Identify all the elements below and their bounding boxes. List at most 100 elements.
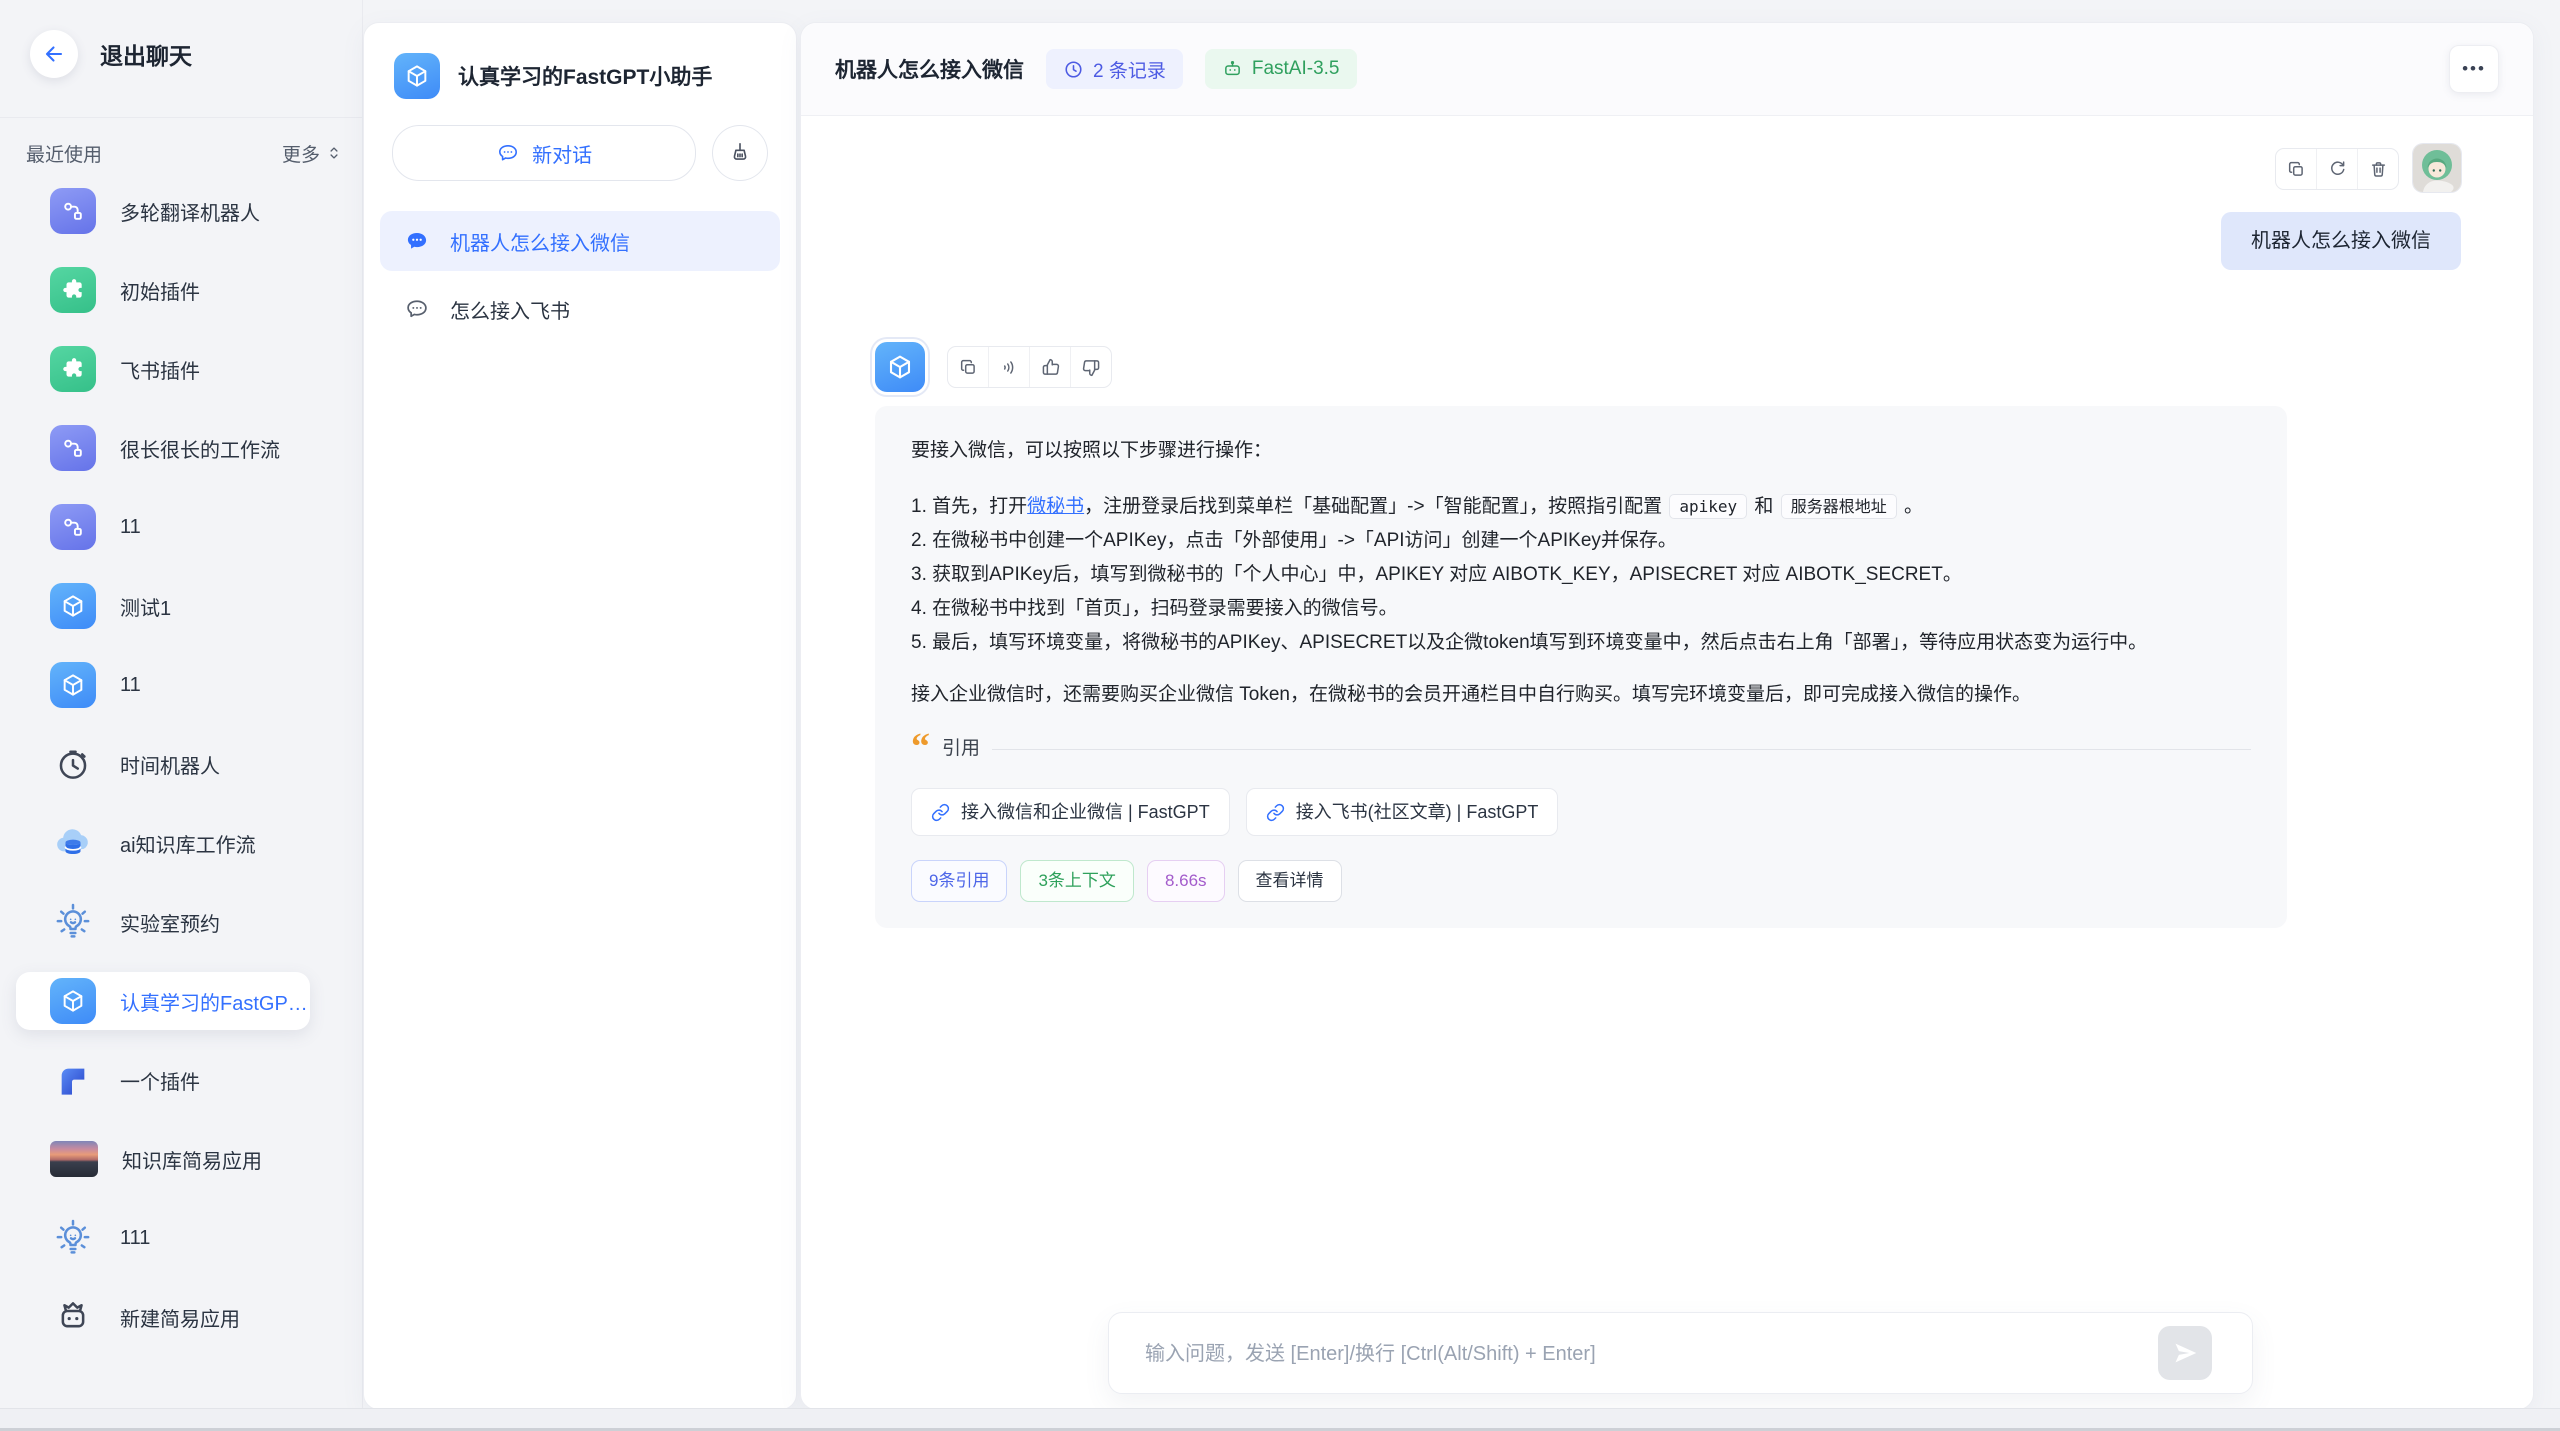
app-logo-cube-icon bbox=[394, 53, 440, 99]
chat-panel: 机器人怎么接入微信 2 条记录 FastAI-3.5 ••• 机器人怎么接入微信 bbox=[800, 22, 2534, 1410]
sidebar-item-11-app[interactable]: 11 bbox=[0, 656, 352, 714]
cube-icon bbox=[50, 662, 96, 708]
answer-step-2: 2. 在微秘书中创建一个APIKey，点击「外部使用」->「API访问」创建一个… bbox=[911, 524, 2251, 558]
quote-label: 引用 bbox=[942, 732, 980, 766]
cloud-db-icon bbox=[50, 820, 96, 866]
sidebar-item-long-workflow[interactable]: 很长很长的工作流 bbox=[0, 419, 352, 477]
citation-list: 接入微信和企业微信 | FastGPT 接入飞书(社区文章) | FastGPT bbox=[911, 788, 2251, 836]
sidebar-item-fastgpt-assistant[interactable]: 认真学习的FastGPT... bbox=[16, 972, 310, 1030]
wemishu-link[interactable]: 微秘书 bbox=[1027, 496, 1084, 517]
robot-icon bbox=[50, 1294, 96, 1340]
answer-step-3: 3. 获取到APIKey后，填写到微秘书的「个人中心」中，APIKEY 对应 A… bbox=[911, 558, 2251, 592]
chat-menu-button[interactable]: ••• bbox=[2449, 45, 2499, 93]
sidebar-item-test1[interactable]: 测试1 bbox=[0, 577, 352, 635]
sidebar-item-kb-simple-app[interactable]: 知识库简易应用 bbox=[0, 1130, 352, 1188]
thumbs-down-button[interactable] bbox=[1070, 347, 1111, 387]
sidebar-item-11-workflow[interactable]: 11 bbox=[0, 498, 352, 556]
workflow-icon bbox=[50, 188, 96, 234]
history-item-feishu[interactable]: 怎么接入飞书 bbox=[380, 279, 780, 339]
more-button[interactable]: 更多 bbox=[282, 140, 344, 167]
sort-icon bbox=[324, 143, 344, 163]
records-badge: 2 条记录 bbox=[1046, 49, 1183, 89]
user-message-toolbar bbox=[2275, 148, 2399, 190]
sidebar-item-feishu-plugin[interactable]: 飞书插件 bbox=[0, 340, 352, 398]
app-list: 多轮翻译机器人 初始插件 飞书插件 很长很长的工作流 11 测试1 bbox=[0, 182, 362, 1367]
thumbs-up-button[interactable] bbox=[1029, 347, 1070, 387]
clear-history-button[interactable] bbox=[712, 125, 768, 181]
back-arrow-icon[interactable] bbox=[30, 30, 78, 78]
sidebar-item-initial-plugin[interactable]: 初始插件 bbox=[0, 261, 352, 319]
answer-step-4: 4. 在微秘书中找到「首页」，扫码登录需要接入的微信号。 bbox=[911, 592, 2251, 626]
context-count-pill[interactable]: 3条上下文 bbox=[1020, 860, 1133, 902]
model-badge: FastAI-3.5 bbox=[1205, 49, 1357, 89]
assistant-avatar-cube-icon bbox=[875, 342, 925, 392]
broom-icon bbox=[727, 140, 753, 166]
workflow-icon bbox=[50, 425, 96, 471]
app-title: 认真学习的FastGPT小助手 bbox=[458, 61, 712, 91]
message-input[interactable] bbox=[1143, 1313, 2087, 1395]
new-chat-label: 新对话 bbox=[532, 139, 592, 168]
link-icon bbox=[931, 803, 950, 822]
assistant-message-toolbar bbox=[947, 346, 1112, 388]
answer-step-5: 5. 最后，填写环境变量，将微秘书的APIKey、APISECRET以及企微to… bbox=[911, 626, 2251, 660]
retry-button[interactable] bbox=[2316, 149, 2357, 189]
plugin-icon bbox=[50, 267, 96, 313]
message-area: 机器人怎么接入微信 要接入微信，可以按照以下步骤进行操作： 1. 首先，打开微秘… bbox=[801, 116, 2533, 1409]
chat-bubble-outline-icon bbox=[404, 296, 430, 322]
copy-button[interactable] bbox=[2276, 149, 2316, 189]
history-item-wechat[interactable]: 机器人怎么接入微信 bbox=[380, 211, 780, 271]
cube-icon bbox=[50, 583, 96, 629]
window-bottom-strip bbox=[0, 1408, 2560, 1431]
link-icon bbox=[1266, 803, 1285, 822]
bulb-icon bbox=[50, 899, 96, 945]
user-message-bubble: 机器人怎么接入微信 bbox=[2221, 212, 2461, 270]
chat-title: 机器人怎么接入微信 bbox=[835, 54, 1024, 84]
conversation-panel: 认真学习的FastGPT小助手 新对话 机器人怎么接入微信 怎么接入飞书 bbox=[363, 22, 797, 1410]
photo-icon bbox=[50, 1141, 98, 1177]
sidebar-item-lab-booking[interactable]: 实验室预约 bbox=[0, 893, 352, 951]
assistant-message-bubble: 要接入微信，可以按照以下步骤进行操作： 1. 首先，打开微秘书，注册登录后找到菜… bbox=[875, 406, 2287, 928]
sidebar: 退出聊天 最近使用 更多 多轮翻译机器人 初始插件 飞书插件 bbox=[0, 0, 363, 1408]
exit-chat-label: 退出聊天 bbox=[100, 37, 192, 71]
divider bbox=[0, 117, 362, 118]
sidebar-item-ai-kb-workflow[interactable]: ai知识库工作流 bbox=[0, 814, 352, 872]
clock-icon bbox=[1063, 59, 1084, 80]
quote-icon bbox=[911, 737, 930, 761]
citation-chip-feishu[interactable]: 接入飞书(社区文章) | FastGPT bbox=[1246, 788, 1559, 836]
workflow-icon bbox=[50, 504, 96, 550]
send-button[interactable] bbox=[2158, 1326, 2212, 1380]
robot-icon bbox=[1222, 59, 1243, 80]
view-details-button[interactable]: 查看详情 bbox=[1238, 860, 1342, 902]
user-avatar bbox=[2413, 144, 2461, 192]
exit-chat[interactable]: 退出聊天 bbox=[30, 30, 192, 78]
send-plane-icon bbox=[2170, 1338, 2200, 1368]
read-aloud-button[interactable] bbox=[988, 347, 1029, 387]
duration-pill: 8.66s bbox=[1147, 860, 1225, 902]
chat-bubble-filled-icon bbox=[404, 228, 430, 254]
chat-history-list: 机器人怎么接入微信 怎么接入飞书 bbox=[364, 211, 796, 339]
sidebar-item-translate-bot[interactable]: 多轮翻译机器人 bbox=[0, 182, 352, 240]
answer-intro: 要接入微信，可以按照以下步骤进行操作： bbox=[911, 434, 2251, 468]
copy-button[interactable] bbox=[948, 347, 988, 387]
inline-code: apikey bbox=[1669, 494, 1747, 519]
cube-icon bbox=[50, 978, 96, 1024]
inline-code: 服务器根地址 bbox=[1781, 494, 1897, 519]
app-window: 退出聊天 最近使用 更多 多轮翻译机器人 初始插件 飞书插件 bbox=[0, 0, 2560, 1431]
recent-used-label: 最近使用 bbox=[26, 140, 102, 167]
bulb-icon bbox=[50, 1215, 96, 1261]
chat-input-bar bbox=[1108, 1312, 2253, 1394]
citations-count-pill[interactable]: 9条引用 bbox=[911, 860, 1007, 902]
quote-section-header: 引用 bbox=[911, 732, 2251, 766]
answer-outro: 接入企业微信时，还需要购买企业微信 Token，在微秘书的会员开通栏目中自行购买… bbox=[911, 678, 2251, 712]
sidebar-item-new-simple-app[interactable]: 新建简易应用 bbox=[0, 1288, 352, 1346]
sidebar-item-time-bot[interactable]: 时间机器人 bbox=[0, 735, 352, 793]
sidebar-item-111[interactable]: 111 bbox=[0, 1209, 352, 1267]
response-meta: 9条引用 3条上下文 8.66s 查看详情 bbox=[911, 860, 2251, 902]
citation-chip-wechat[interactable]: 接入微信和企业微信 | FastGPT bbox=[911, 788, 1230, 836]
divider bbox=[992, 749, 2251, 750]
sidebar-item-one-plugin[interactable]: 一个插件 bbox=[0, 1051, 352, 1109]
new-chat-button[interactable]: 新对话 bbox=[392, 125, 696, 181]
clock-icon bbox=[50, 741, 96, 787]
delete-button[interactable] bbox=[2357, 149, 2398, 189]
f-logo-icon bbox=[50, 1057, 96, 1103]
